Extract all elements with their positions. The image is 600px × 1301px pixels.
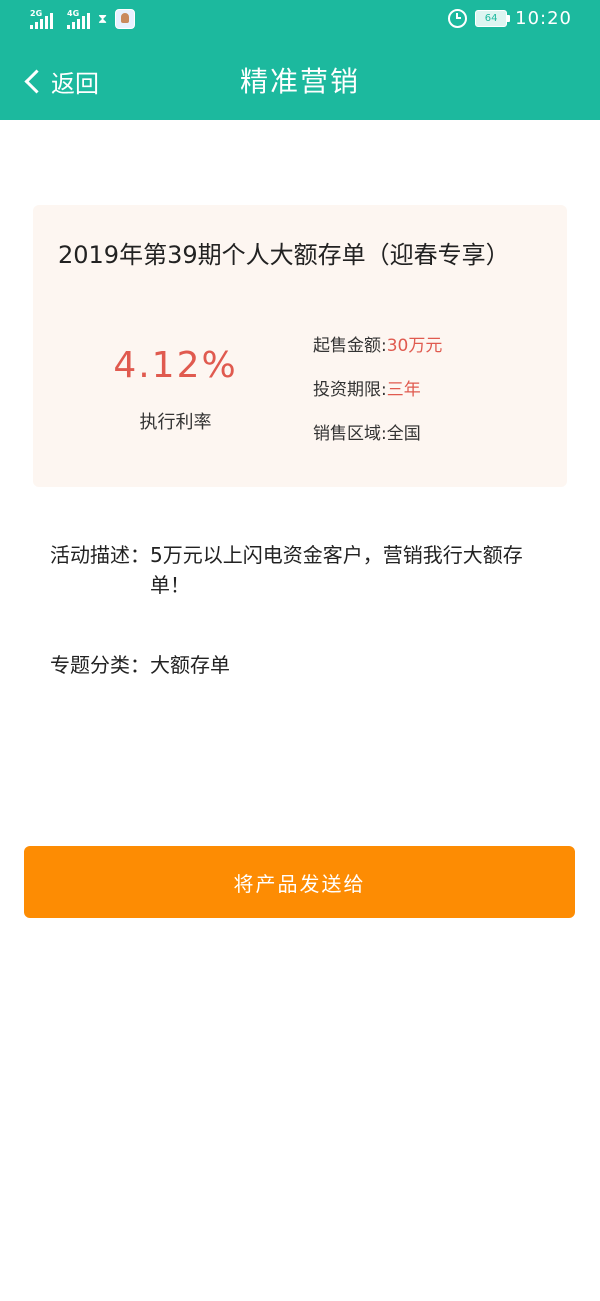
status-bar-right: 64 10:20 — [448, 8, 572, 29]
app-header: 2G 4G ⧗ 64 10:20 返回 精准营销 — [0, 0, 600, 120]
signal-icon-sim2: 4G — [67, 9, 90, 29]
product-name: 2019年第39期个人大额存单（迎春专享） — [58, 241, 510, 269]
network-type-2: 4G — [67, 9, 80, 18]
alarm-icon — [448, 9, 468, 28]
topic-label: 专题分类： — [50, 653, 150, 677]
battery-icon: 64 — [475, 10, 511, 27]
status-time: 10:20 — [515, 8, 572, 29]
topic-category: 专题分类：大额存单 — [50, 650, 230, 680]
region-value: 全国 — [386, 424, 421, 444]
min-amount-row: 起售金额:30万元 — [313, 331, 442, 356]
status-bar-left: 2G 4G ⧗ — [30, 9, 136, 29]
activity-text: 5万元以上闪电资金客户，营销我行大额存单！ — [150, 543, 523, 597]
page-title: 精准营销 — [239, 65, 360, 98]
hourglass-icon: ⧗ — [98, 12, 108, 27]
product-card: 2019年第39期个人大额存单（迎春专享） 4.12% 执行利率 起售金额:30… — [33, 205, 567, 487]
send-product-button[interactable]: 将产品发送给 — [24, 846, 575, 918]
status-bar: 2G 4G ⧗ 64 10:20 — [0, 0, 600, 38]
region-label: 销售区域: — [313, 424, 387, 444]
signal-icon-sim1: 2G — [30, 9, 53, 29]
min-amount-label: 起售金额: — [313, 336, 387, 356]
network-type-1: 2G — [30, 9, 43, 18]
activity-label: 活动描述： — [50, 543, 150, 567]
activity-description: 活动描述： 5万元以上闪电资金客户，营销我行大额存单！ — [50, 540, 560, 600]
topic-value: 大额存单 — [150, 653, 230, 677]
region-row: 销售区域:全国 — [313, 419, 421, 444]
rate-label: 执行利率 — [139, 412, 212, 433]
app-notification-icon — [115, 9, 136, 29]
term-label: 投资期限: — [313, 380, 387, 400]
term-row: 投资期限:三年 — [313, 375, 421, 400]
rate-value: 4.12% — [113, 345, 238, 386]
term-value: 三年 — [386, 380, 421, 400]
min-amount-value: 30万元 — [386, 336, 443, 356]
